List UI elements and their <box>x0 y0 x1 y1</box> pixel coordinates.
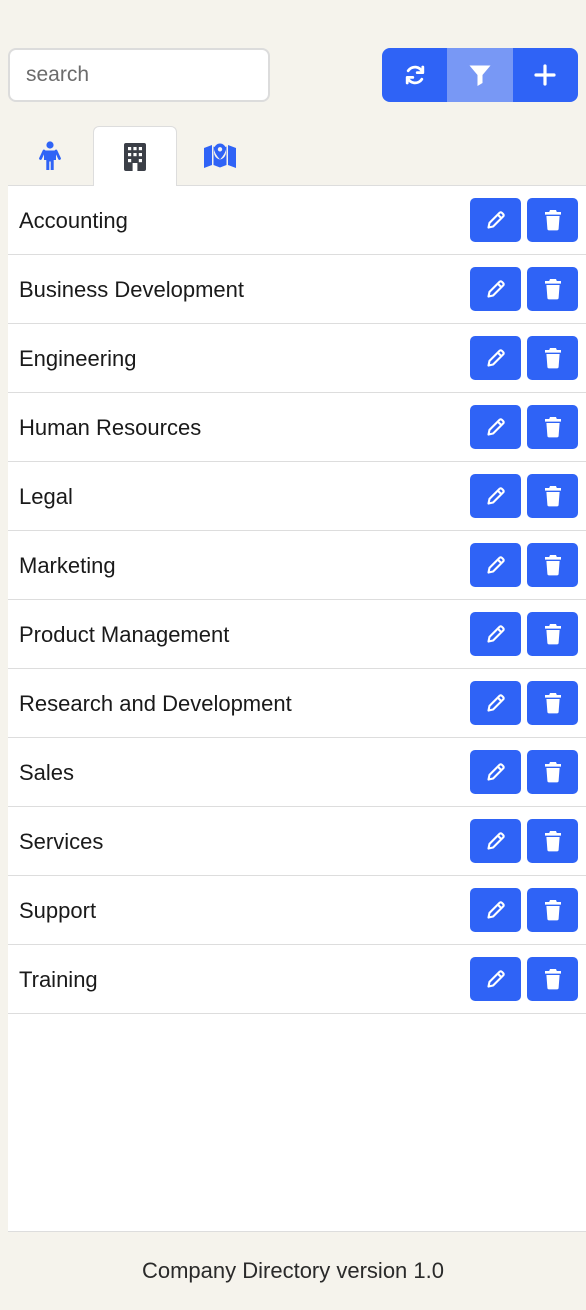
filter-icon <box>468 63 492 87</box>
delete-button[interactable] <box>527 543 578 587</box>
trash-icon <box>544 278 562 300</box>
delete-button[interactable] <box>527 750 578 794</box>
list-item: Services <box>8 807 586 876</box>
tab-bar <box>8 126 586 187</box>
delete-button[interactable] <box>527 267 578 311</box>
pencil-icon <box>486 693 506 713</box>
list-item: Legal <box>8 462 586 531</box>
trash-icon <box>544 761 562 783</box>
department-name: Product Management <box>19 622 230 647</box>
edit-button[interactable] <box>470 198 521 242</box>
trash-icon <box>544 416 562 438</box>
edit-button[interactable] <box>470 681 521 725</box>
trash-icon <box>544 968 562 990</box>
department-name: Sales <box>19 760 75 785</box>
person-icon <box>39 141 61 171</box>
list-item: Research and Development <box>8 669 586 738</box>
pencil-icon <box>486 762 506 782</box>
department-name: Marketing <box>19 553 116 578</box>
delete-button[interactable] <box>527 405 578 449</box>
pencil-icon <box>486 555 506 575</box>
pencil-icon <box>486 831 506 851</box>
add-button[interactable] <box>512 48 578 102</box>
delete-button[interactable] <box>527 888 578 932</box>
trash-icon <box>544 692 562 714</box>
list-item: Engineering <box>8 324 586 393</box>
trash-icon <box>544 485 562 507</box>
search-input[interactable] <box>8 48 270 102</box>
plus-icon <box>534 64 556 86</box>
tab-departments[interactable] <box>93 126 177 187</box>
building-icon <box>123 142 147 172</box>
trash-icon <box>544 899 562 921</box>
list-item: Accounting <box>8 186 586 255</box>
department-list: Accounting Business Development Engineer… <box>8 186 586 1232</box>
list-item: Product Management <box>8 600 586 669</box>
pencil-icon <box>486 210 506 230</box>
trash-icon <box>544 830 562 852</box>
pencil-icon <box>486 486 506 506</box>
pencil-icon <box>486 279 506 299</box>
pencil-icon <box>486 348 506 368</box>
edit-button[interactable] <box>470 612 521 656</box>
department-name: Business Development <box>19 277 245 302</box>
delete-button[interactable] <box>527 612 578 656</box>
trash-icon <box>544 209 562 231</box>
delete-button[interactable] <box>527 957 578 1001</box>
tab-personnel[interactable] <box>8 126 92 186</box>
department-name: Services <box>19 829 104 854</box>
department-name: Legal <box>19 484 73 509</box>
refresh-button[interactable] <box>382 48 448 102</box>
delete-button[interactable] <box>527 474 578 518</box>
edit-button[interactable] <box>470 819 521 863</box>
trash-icon <box>544 347 562 369</box>
department-name: Accounting <box>19 208 128 233</box>
pencil-icon <box>486 900 506 920</box>
list-item: Training <box>8 945 586 1014</box>
map-icon <box>203 142 237 170</box>
delete-button[interactable] <box>527 681 578 725</box>
pencil-icon <box>486 417 506 437</box>
delete-button[interactable] <box>527 819 578 863</box>
list-item: Support <box>8 876 586 945</box>
department-name: Research and Development <box>19 691 292 716</box>
trash-icon <box>544 623 562 645</box>
footer-version-text: Company Directory version 1.0 <box>141 1258 444 1283</box>
edit-button[interactable] <box>470 405 521 449</box>
list-item: Marketing <box>8 531 586 600</box>
edit-button[interactable] <box>470 888 521 932</box>
trash-icon <box>544 554 562 576</box>
pencil-icon <box>486 624 506 644</box>
list-item: Sales <box>8 738 586 807</box>
tab-locations[interactable] <box>178 126 262 186</box>
toolbar-button-group <box>382 48 578 102</box>
department-name: Support <box>19 898 97 923</box>
list-item: Business Development <box>8 255 586 324</box>
list-item: Human Resources <box>8 393 586 462</box>
edit-button[interactable] <box>470 474 521 518</box>
filter-button[interactable] <box>447 48 513 102</box>
refresh-icon <box>403 63 427 87</box>
delete-button[interactable] <box>527 198 578 242</box>
edit-button[interactable] <box>470 750 521 794</box>
edit-button[interactable] <box>470 543 521 587</box>
department-name: Training <box>19 967 98 992</box>
department-name: Engineering <box>19 346 137 371</box>
delete-button[interactable] <box>527 336 578 380</box>
edit-button[interactable] <box>470 957 521 1001</box>
department-name: Human Resources <box>19 415 202 440</box>
edit-button[interactable] <box>470 336 521 380</box>
edit-button[interactable] <box>470 267 521 311</box>
pencil-icon <box>486 969 506 989</box>
